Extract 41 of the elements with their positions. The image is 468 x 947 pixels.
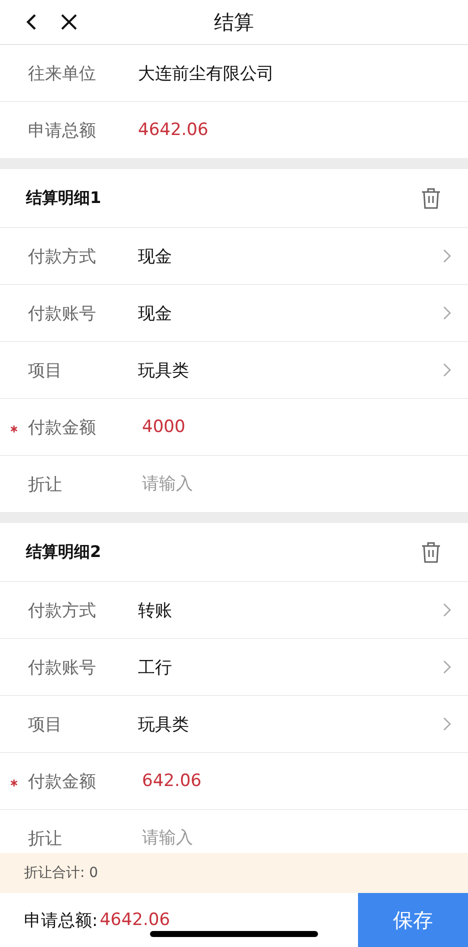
section-title: 结算明细1 [26,188,102,208]
input-field[interactable]: 请输入 [138,474,452,494]
amount-field[interactable]: 4000 [138,417,452,437]
chevron-right-icon[interactable] [442,248,452,264]
field-label: 申请总额 [28,120,97,142]
field-label: 项目 [28,714,63,736]
section-title: 结算明细2 [26,542,102,562]
chevron-right-icon[interactable] [442,305,452,321]
select-field[interactable]: 现金 [138,244,442,268]
field-label: 付款金额 [28,770,97,792]
select-field[interactable]: 玩具类 [138,712,442,736]
input-field[interactable]: 请输入 [138,828,452,848]
chevron-right-icon[interactable] [442,602,452,618]
chevron-right-icon[interactable] [442,362,452,378]
field-label: 付款账号 [28,302,97,324]
field-label: 折让 [28,828,63,850]
select-field[interactable]: 现金 [138,302,442,324]
trash-icon[interactable] [420,540,442,564]
close-icon[interactable] [60,13,78,31]
select-field[interactable]: 玩具类 [138,358,442,382]
total-value: 4642.06 [100,910,170,930]
discount-total: 折让合计: 0 [0,853,468,893]
field-label: 付款方式 [28,600,97,622]
chevron-right-icon[interactable] [442,659,452,675]
field-value: 4642.06 [138,120,208,140]
field-label: 付款金额 [28,416,97,438]
field-value: 大连前尘有限公司 [138,62,274,84]
save-button[interactable]: 保存 [358,893,468,947]
select-field[interactable]: 转账 [138,598,442,622]
chevron-right-icon[interactable] [442,716,452,732]
back-icon[interactable] [24,12,38,32]
field-label: 付款账号 [28,656,97,678]
field-label: 往来单位 [28,62,97,84]
trash-icon[interactable] [420,186,442,210]
amount-field[interactable]: 642.06 [138,771,452,791]
select-field[interactable]: 工行 [138,656,442,678]
field-label: 折让 [28,474,63,496]
field-label: 项目 [28,360,63,382]
field-label: 付款方式 [28,246,97,268]
page-title: 结算 [214,8,254,36]
total-label: 申请总额: [24,910,98,932]
